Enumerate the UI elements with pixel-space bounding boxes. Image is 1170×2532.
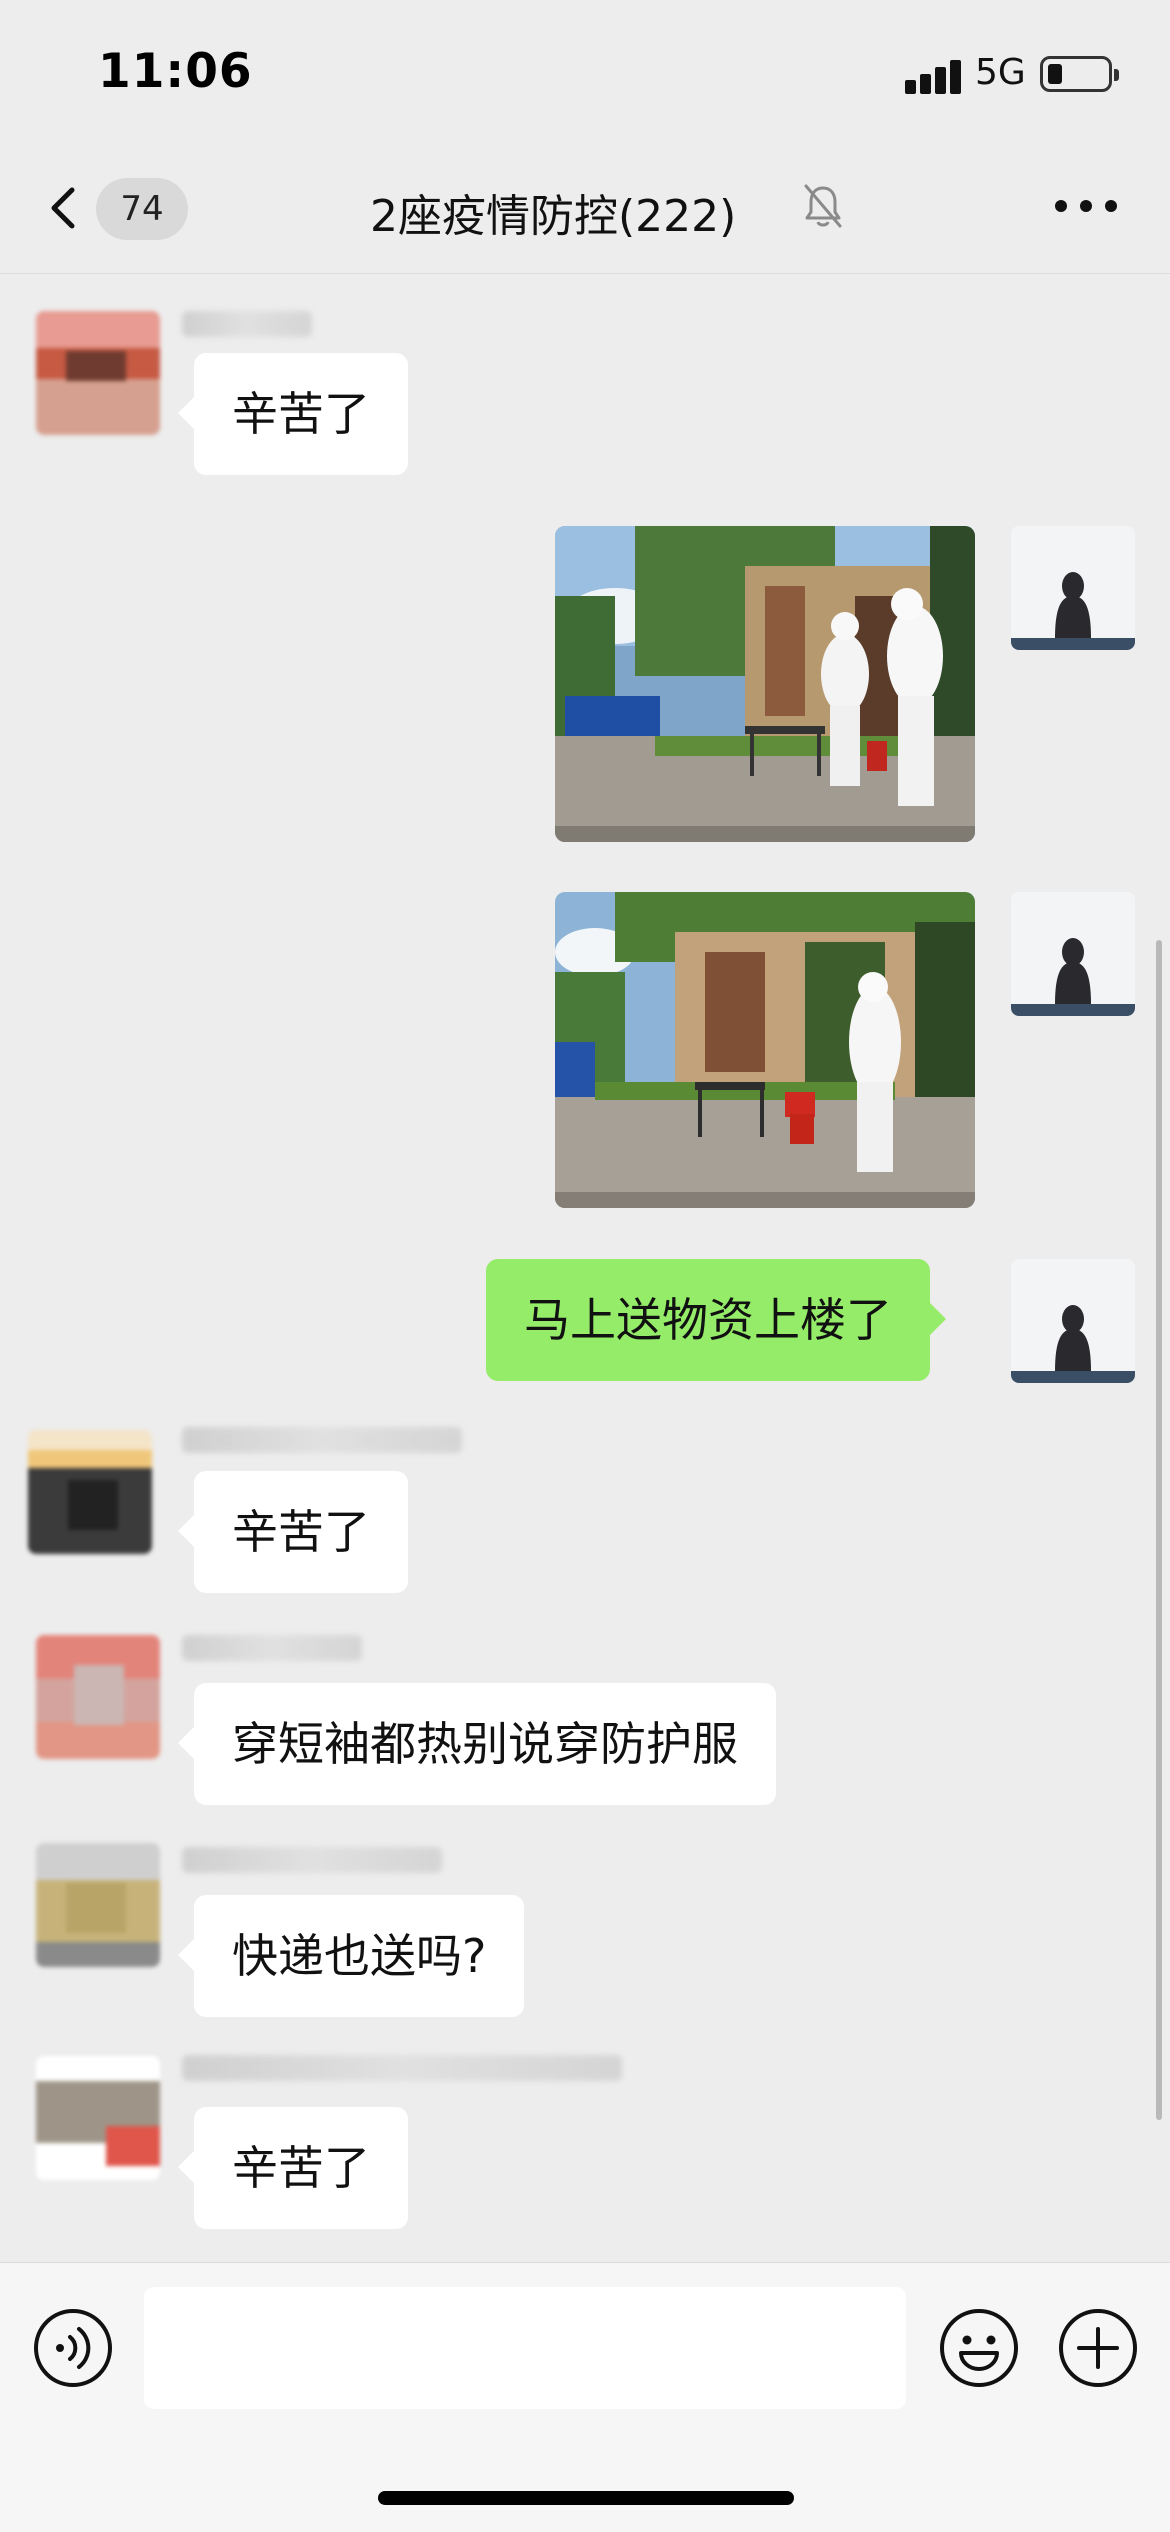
voice-input-button[interactable]: [32, 2307, 114, 2389]
plus-circle-icon: [1059, 2309, 1137, 2387]
chat-title: 2座疫情防控(222): [370, 191, 737, 242]
avatar[interactable]: [36, 311, 160, 435]
message-list[interactable]: 辛苦了 马上送物资上楼了 辛苦了 穿短袖都热别说穿防护服 快递也送吗? 辛苦了: [0, 275, 1170, 2260]
cellular-signal-icon: [905, 58, 961, 94]
message-input[interactable]: [144, 2287, 906, 2409]
home-indicator[interactable]: [378, 2491, 794, 2505]
more-options-button[interactable]: [1055, 200, 1117, 216]
image-message[interactable]: [555, 526, 975, 842]
emoji-button[interactable]: [938, 2307, 1020, 2389]
sender-name: [182, 1427, 462, 1453]
sender-name: [182, 1635, 362, 1661]
message-bubble[interactable]: 快递也送吗?: [177, 1895, 525, 2017]
unread-count-badge[interactable]: 74: [96, 178, 188, 240]
message-bubble[interactable]: 辛苦了: [178, 353, 408, 475]
avatar[interactable]: [36, 1843, 160, 1967]
message-bubble[interactable]: 辛苦了: [178, 1471, 408, 1593]
chevron-left-icon: [51, 187, 75, 229]
message-bubble[interactable]: 辛苦了: [178, 2107, 408, 2229]
avatar[interactable]: [36, 2056, 160, 2180]
smiley-icon: [940, 2309, 1018, 2387]
back-button[interactable]: [40, 178, 90, 238]
battery-icon: [1040, 56, 1119, 92]
input-bar: [0, 2262, 1170, 2532]
image-message[interactable]: [555, 892, 975, 1208]
avatar[interactable]: [36, 1635, 160, 1759]
sender-name: [182, 311, 312, 337]
avatar[interactable]: [28, 1430, 152, 1554]
muted-bell-icon: [804, 184, 842, 228]
status-bar: 11:06 5G: [0, 0, 1170, 150]
my-avatar[interactable]: [1011, 1259, 1135, 1383]
voice-icon: [34, 2309, 112, 2387]
message-bubble[interactable]: 马上送物资上楼了: [486, 1259, 946, 1381]
sender-name: [182, 1847, 442, 1873]
sender-name: [182, 2055, 622, 2081]
my-avatar[interactable]: [1011, 526, 1135, 650]
more-functions-button[interactable]: [1057, 2307, 1139, 2389]
battery-level: [1048, 64, 1062, 84]
message-bubble[interactable]: 穿短袖都热别说穿防护服: [178, 1683, 776, 1805]
chat-header: 74 2座疫情防控(222): [0, 150, 1170, 274]
network-type: 5G: [975, 52, 1026, 93]
my-avatar[interactable]: [1011, 892, 1135, 1016]
scrollbar[interactable]: [1156, 940, 1162, 2120]
status-time: 11:06: [98, 44, 253, 99]
